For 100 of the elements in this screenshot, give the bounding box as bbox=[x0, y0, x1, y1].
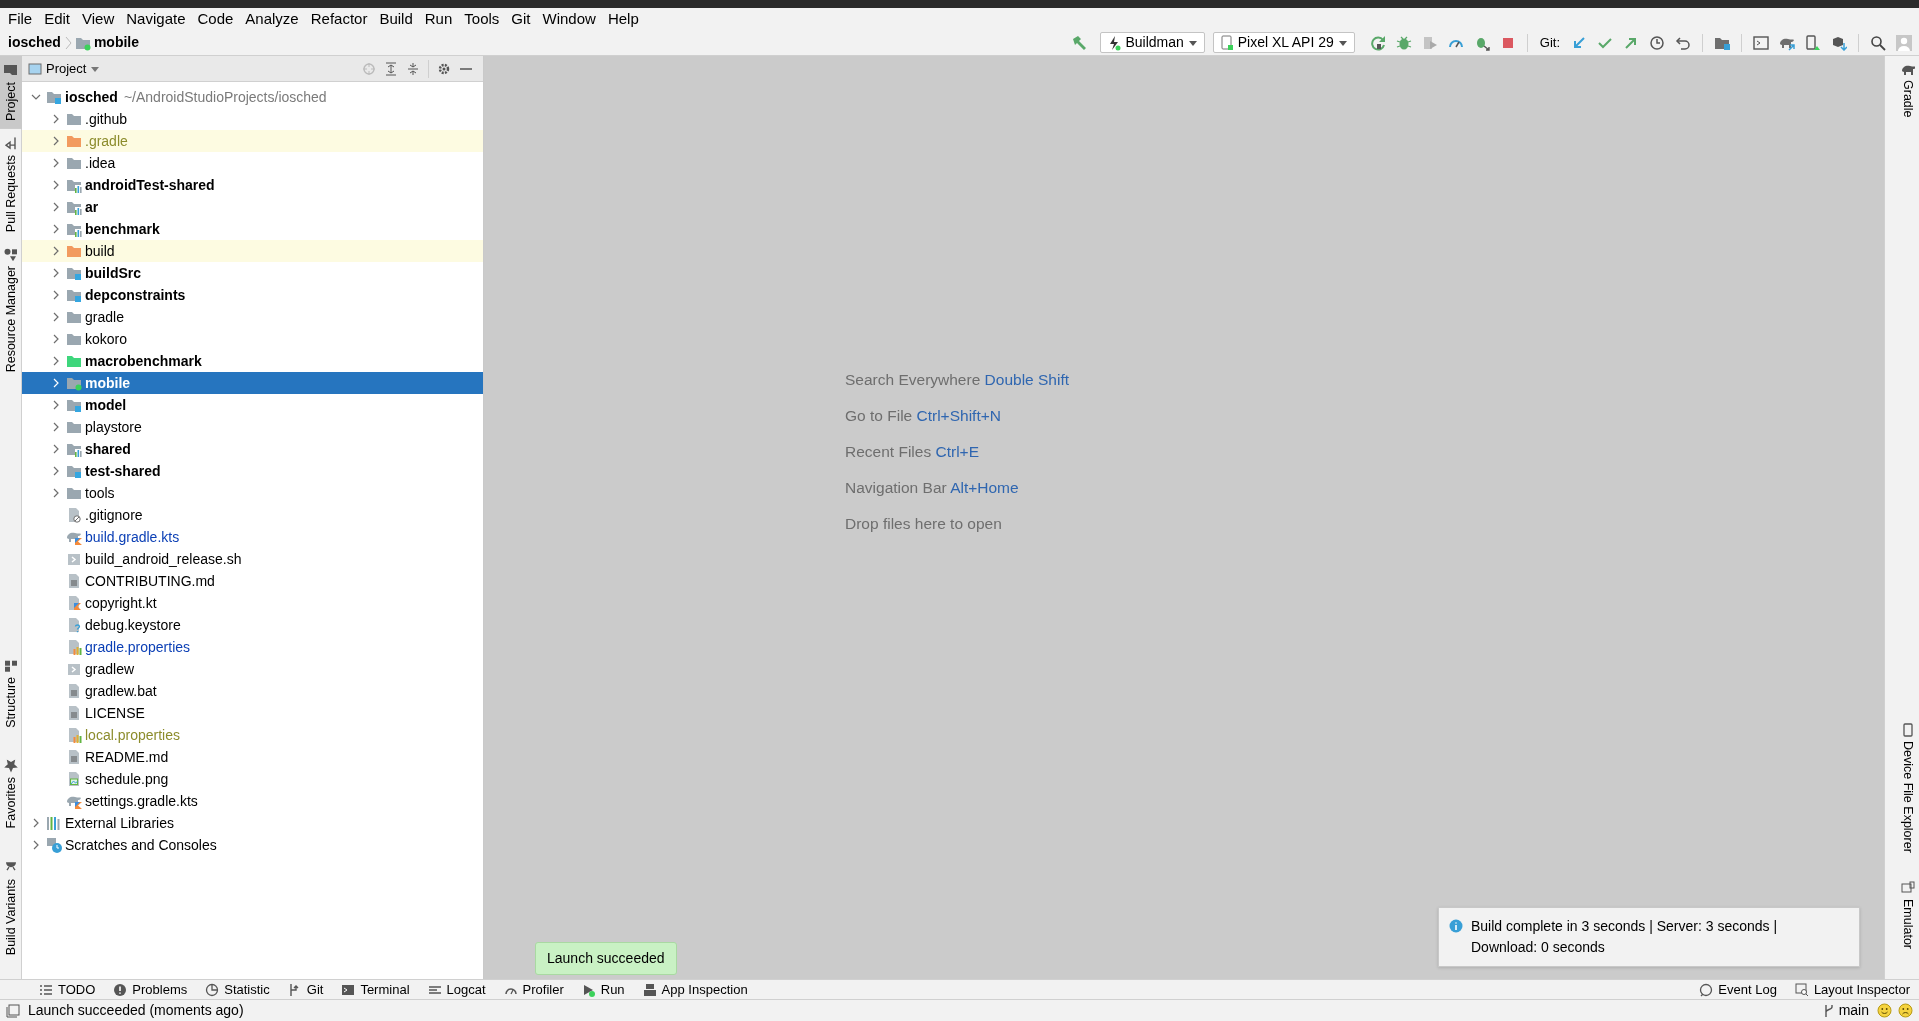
branch-widget[interactable]: main bbox=[1822, 1000, 1869, 1021]
hammer-icon[interactable] bbox=[1070, 33, 1089, 52]
tree-row[interactable]: .gradle bbox=[22, 130, 483, 152]
tree-row[interactable]: kokoro bbox=[22, 328, 483, 350]
tree-row[interactable]: Scratches and Consoles bbox=[22, 834, 483, 856]
tool-window-button[interactable]: Event Log bbox=[1690, 979, 1786, 1000]
folder-icon bbox=[66, 485, 82, 501]
device-dropdown[interactable]: Pixel XL API 29 bbox=[1212, 32, 1355, 53]
tree-row[interactable]: debug.keystore bbox=[22, 614, 483, 636]
tree-row[interactable]: macrobenchmark bbox=[22, 350, 483, 372]
clock-icon[interactable] bbox=[1649, 34, 1665, 51]
menu-item[interactable]: Refactor bbox=[304, 9, 374, 29]
menu-item[interactable]: Build bbox=[373, 9, 419, 29]
rerun-icon[interactable] bbox=[1369, 34, 1386, 51]
tree-row[interactable]: shared bbox=[22, 438, 483, 460]
module-folder-icon bbox=[66, 375, 82, 391]
breadcrumb-item[interactable]: iosched bbox=[8, 32, 61, 53]
folder-icon bbox=[66, 155, 82, 171]
sad-face-icon[interactable] bbox=[1898, 1003, 1913, 1018]
tree-row[interactable]: mobile bbox=[22, 372, 483, 394]
tool-window-button[interactable]: Statistic bbox=[196, 979, 279, 1000]
tree-row[interactable]: gradle bbox=[22, 306, 483, 328]
menu-item[interactable]: Edit bbox=[38, 9, 77, 29]
tree-row[interactable]: README.md bbox=[22, 746, 483, 768]
tree-row[interactable]: local.properties bbox=[22, 724, 483, 746]
tool-window-tab[interactable]: Project bbox=[0, 56, 22, 129]
tree-row[interactable]: settings.gradle.kts bbox=[22, 790, 483, 812]
tree-row[interactable]: playstore bbox=[22, 416, 483, 438]
smiley-icon[interactable] bbox=[1877, 1003, 1892, 1018]
tool-window-button[interactable]: Git bbox=[278, 979, 333, 1000]
settings-icon[interactable] bbox=[437, 61, 451, 76]
arrow-icon[interactable] bbox=[1571, 34, 1587, 51]
tree-row[interactable]: build.gradle.kts bbox=[22, 526, 483, 548]
tree-row[interactable]: ar bbox=[22, 196, 483, 218]
tool-window-button[interactable]: Terminal bbox=[332, 979, 419, 1000]
tree-item-label: androidTest-shared bbox=[85, 175, 215, 195]
tree-row[interactable]: .idea bbox=[22, 152, 483, 174]
tree-row[interactable]: benchmark bbox=[22, 218, 483, 240]
tree-row[interactable]: gradlew bbox=[22, 658, 483, 680]
breadcrumb-item[interactable]: mobile bbox=[93, 32, 140, 53]
phone-icon bbox=[1901, 723, 1915, 738]
tool-window-button[interactable]: Problems bbox=[104, 979, 197, 1000]
tool-window-tab[interactable]: Structure bbox=[0, 650, 22, 736]
tree-row[interactable]: CONTRIBUTING.md bbox=[22, 570, 483, 592]
tree-row[interactable]: LICENSE bbox=[22, 702, 483, 724]
menu-item[interactable]: Navigate bbox=[120, 9, 192, 29]
tree-row[interactable]: copyright.kt bbox=[22, 592, 483, 614]
tool-window-tab[interactable]: Gradle bbox=[1897, 56, 1919, 124]
collapse-all-icon[interactable] bbox=[406, 61, 420, 76]
panel-view-dropdown[interactable]: Project bbox=[28, 58, 101, 79]
tool-window-button[interactable]: App Inspection bbox=[633, 979, 757, 1000]
tree-row[interactable]: External Libraries bbox=[22, 812, 483, 834]
tool-window-tab[interactable]: Resource Manager bbox=[0, 240, 22, 381]
tool-window-tab[interactable]: Pull Requests bbox=[0, 128, 22, 241]
menu-item[interactable]: Tools bbox=[458, 9, 506, 29]
tool-window-tab[interactable]: Device File Explorer bbox=[1897, 717, 1919, 859]
menu-item[interactable]: Code bbox=[191, 9, 240, 29]
menu-item[interactable]: Git bbox=[505, 9, 537, 29]
tree-row[interactable]: iosched ~/AndroidStudioProjects/iosched bbox=[22, 86, 483, 108]
tree-row[interactable]: gradlew.bat bbox=[22, 680, 483, 702]
tree-row[interactable]: buildSrc bbox=[22, 262, 483, 284]
tree-item-label: build.gradle.kts bbox=[85, 527, 180, 547]
tree-row[interactable]: schedule.png bbox=[22, 768, 483, 790]
tree-item-label: gradle bbox=[85, 307, 124, 327]
search-icon[interactable] bbox=[1870, 34, 1886, 51]
run-config-dropdown[interactable]: Buildman bbox=[1100, 32, 1205, 53]
terminal-icon[interactable] bbox=[1753, 34, 1769, 51]
tree-row[interactable]: .github bbox=[22, 108, 483, 130]
tree-row[interactable]: gradle.properties bbox=[22, 636, 483, 658]
tool-window-button[interactable]: Logcat bbox=[418, 979, 495, 1000]
menu-item[interactable]: Run bbox=[418, 9, 459, 29]
tool-window-button[interactable]: Profiler bbox=[494, 979, 573, 1000]
tree-row[interactable]: depconstraints bbox=[22, 284, 483, 306]
phone-icon[interactable] bbox=[1805, 34, 1821, 51]
tree-item-label: gradlew.bat bbox=[85, 681, 157, 701]
undo-icon[interactable] bbox=[1675, 34, 1691, 51]
tree-row[interactable]: model bbox=[22, 394, 483, 416]
tool-window-button[interactable]: Run bbox=[572, 979, 634, 1000]
tool-window-tab[interactable]: Favorites bbox=[0, 751, 22, 837]
tree-row[interactable]: tools bbox=[22, 482, 483, 504]
menu-item[interactable]: View bbox=[76, 9, 121, 29]
tree-row[interactable]: androidTest-shared bbox=[22, 174, 483, 196]
caret-icon bbox=[1337, 38, 1348, 47]
cube-icon[interactable] bbox=[1831, 34, 1847, 51]
tooltip: Launch succeeded bbox=[535, 942, 677, 975]
tool-window-tab[interactable]: Emulator bbox=[1897, 874, 1919, 955]
tool-window-button[interactable]: Layout Inspector bbox=[1785, 979, 1919, 1000]
tree-row[interactable]: .gitignore bbox=[22, 504, 483, 526]
menu-item[interactable]: Help bbox=[601, 9, 645, 29]
tool-window-button[interactable]: TODO bbox=[30, 979, 105, 1000]
expand-all-icon[interactable] bbox=[384, 61, 398, 76]
menu-item[interactable]: Analyze bbox=[239, 9, 305, 29]
tree-row[interactable]: test-shared bbox=[22, 460, 483, 482]
menu-item[interactable]: File bbox=[2, 9, 39, 29]
menu-item[interactable]: Window bbox=[536, 9, 602, 29]
bug-icon[interactable] bbox=[1395, 34, 1412, 51]
tree-row[interactable]: build bbox=[22, 240, 483, 262]
tool-window-tab[interactable]: Build Variants bbox=[0, 852, 22, 963]
text-file-icon bbox=[66, 749, 82, 765]
tree-row[interactable]: build_android_release.sh bbox=[22, 548, 483, 570]
